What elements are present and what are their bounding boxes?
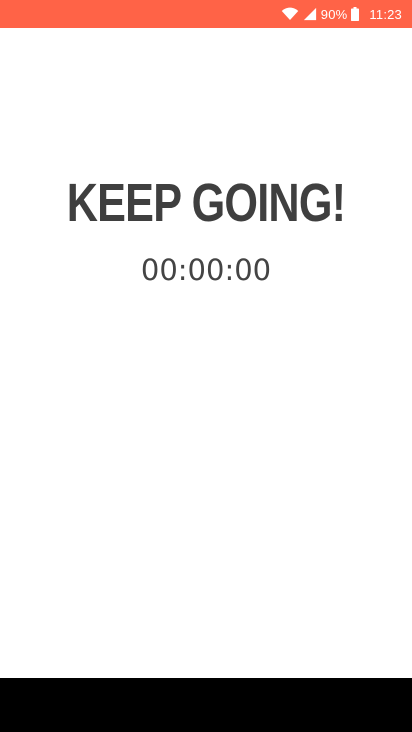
- cell-signal-icon: [303, 7, 321, 21]
- timer-display: 00:00:00: [140, 253, 272, 287]
- battery-icon: [351, 7, 369, 21]
- headline: KEEP GOING!: [66, 173, 346, 233]
- status-bar: 90% 11:23: [0, 0, 412, 28]
- battery-percent: 90%: [320, 6, 348, 22]
- status-time: 11:23: [369, 6, 402, 22]
- navigation-bar: [0, 678, 412, 732]
- main-content: KEEP GOING! 00:00:00: [0, 28, 412, 678]
- wifi-icon: [281, 7, 303, 21]
